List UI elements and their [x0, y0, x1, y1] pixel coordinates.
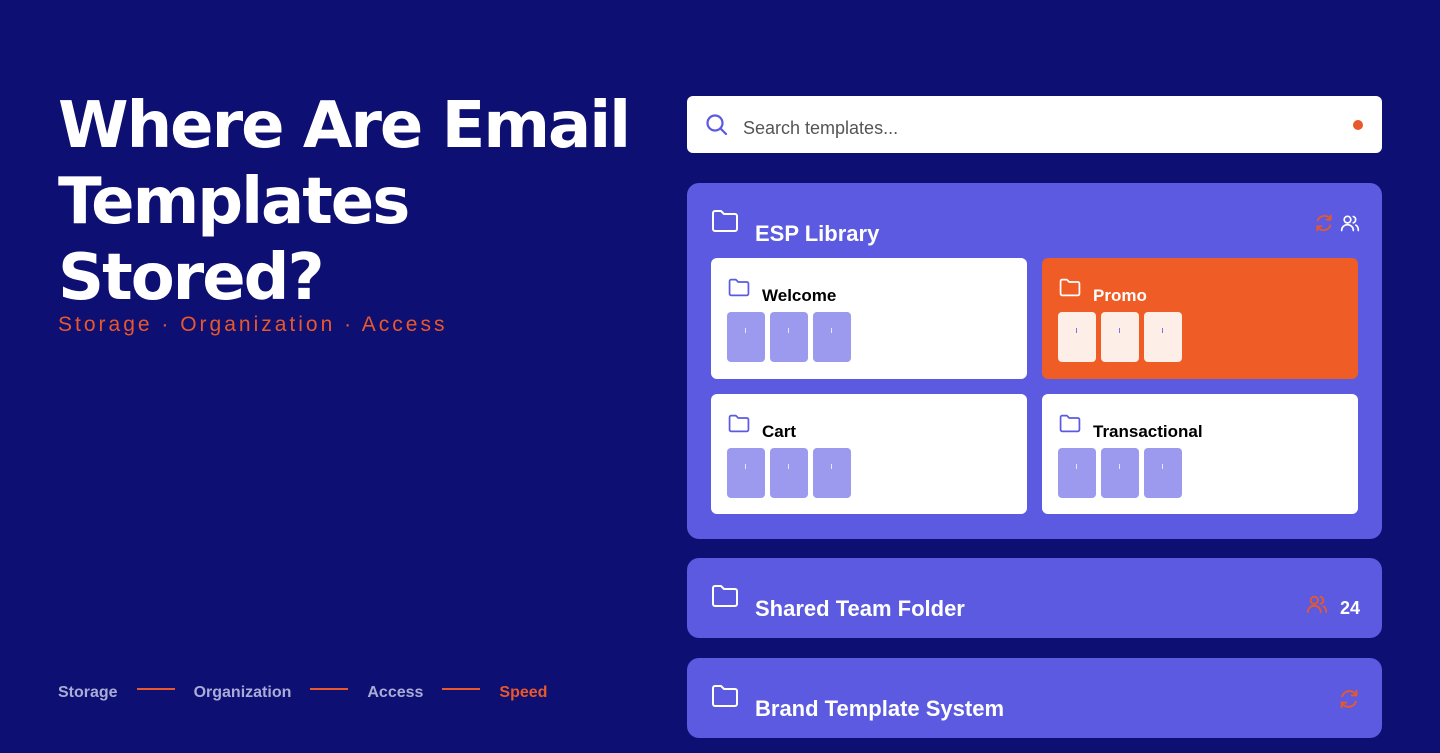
page-subtitle: Storage · Organization · Access	[58, 313, 448, 336]
template-thumbnail[interactable]	[1101, 312, 1139, 362]
template-thumbnail[interactable]	[1144, 448, 1182, 498]
card-title: Cart	[762, 422, 797, 441]
card-title: Promo	[1093, 286, 1147, 305]
template-card-cart[interactable]: Cart	[711, 394, 1027, 514]
page-title: Where Are Email Templates Stored?	[58, 88, 658, 316]
panel-actions	[1314, 213, 1360, 233]
panel-title: ESP Library	[755, 221, 880, 246]
template-thumbnail[interactable]	[813, 312, 851, 362]
template-thumbnail[interactable]	[770, 312, 808, 362]
card-title: Transactional	[1093, 422, 1203, 441]
page-title-line: Templates	[58, 165, 410, 239]
template-thumbnails	[1058, 448, 1182, 498]
template-card-welcome[interactable]: Welcome	[711, 258, 1027, 379]
status-indicator	[1353, 120, 1363, 130]
panel-title: Shared Team Folder	[755, 596, 965, 621]
esp-library-panel[interactable]: ESP Library Welcome Promo Cart Transacti…	[687, 183, 1382, 539]
template-thumbnail[interactable]	[1144, 312, 1182, 362]
sync-icon[interactable]	[1338, 688, 1360, 710]
template-thumbnails	[727, 312, 851, 362]
template-thumbnail[interactable]	[1101, 448, 1139, 498]
template-thumbnail[interactable]	[813, 448, 851, 498]
template-card-promo[interactable]: Promo	[1042, 258, 1358, 379]
panel-header: Shared Team Folder	[711, 584, 965, 622]
folder-icon	[711, 584, 739, 608]
step-organization[interactable]: Organization	[194, 684, 292, 702]
step-connector	[136, 688, 175, 690]
sync-icon[interactable]	[1314, 213, 1334, 233]
folder-icon	[711, 209, 739, 233]
search-input[interactable]	[743, 118, 1303, 139]
template-thumbnail[interactable]	[770, 448, 808, 498]
folder-icon	[728, 414, 750, 433]
step-speed[interactable]: Speed	[499, 684, 547, 702]
member-count: 24	[1339, 598, 1360, 618]
page-title-line: Where Are Email	[58, 89, 631, 163]
template-thumbnail[interactable]	[1058, 312, 1096, 362]
template-card-transactional[interactable]: Transactional	[1042, 394, 1358, 514]
users-icon[interactable]	[1340, 213, 1360, 233]
template-thumbnails	[1058, 312, 1182, 362]
template-thumbnail[interactable]	[727, 312, 765, 362]
card-title: Welcome	[762, 286, 837, 305]
template-grid: Welcome Promo Cart Transactional	[711, 258, 1358, 514]
template-thumbnails	[727, 448, 851, 498]
folder-icon	[711, 684, 739, 708]
folder-icon	[1059, 278, 1081, 297]
step-access[interactable]: Access	[367, 684, 423, 702]
panel-header: ESP Library	[711, 209, 879, 247]
search-icon[interactable]	[705, 113, 729, 137]
template-thumbnail[interactable]	[727, 448, 765, 498]
folder-icon	[728, 278, 750, 297]
panel-title: Brand Template System	[755, 696, 1005, 721]
search-bar[interactable]	[687, 96, 1382, 153]
shared-team-folder-panel[interactable]: Shared Team Folder 24	[687, 558, 1382, 638]
panel-actions: 24	[1306, 588, 1360, 619]
folder-icon	[1059, 414, 1081, 433]
step-progress: Storage Organization Access Speed	[58, 680, 547, 706]
step-connector	[442, 688, 481, 690]
panel-header: Brand Template System	[711, 684, 1004, 722]
template-thumbnail[interactable]	[1058, 448, 1096, 498]
panel-actions	[1338, 688, 1360, 710]
page-title-line: Stored?	[58, 241, 325, 315]
brand-template-system-panel[interactable]: Brand Template System	[687, 658, 1382, 738]
step-connector	[310, 688, 349, 690]
users-icon[interactable]	[1306, 593, 1328, 615]
step-storage[interactable]: Storage	[58, 684, 118, 702]
